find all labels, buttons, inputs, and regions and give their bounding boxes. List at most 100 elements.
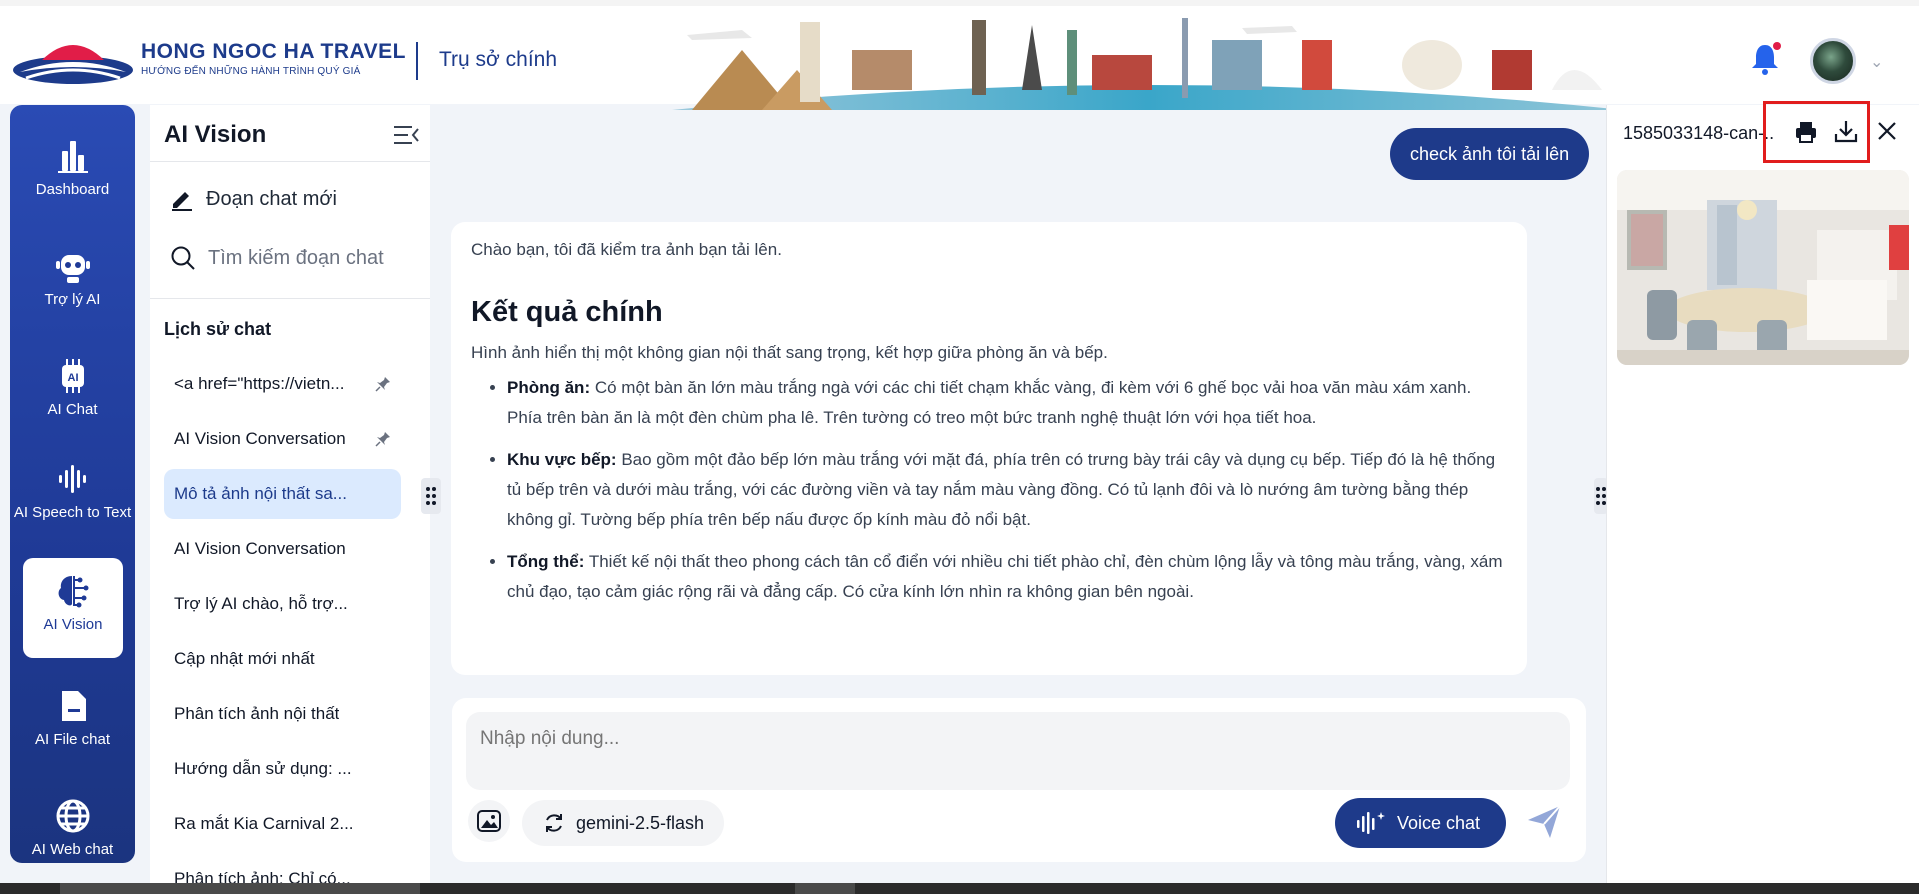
chat-history-label: AI Vision Conversation — [174, 539, 346, 558]
location-label: Trụ sở chính — [439, 48, 558, 71]
preview-filename: 1585033148-can-... — [1623, 123, 1775, 143]
globe-icon — [56, 799, 89, 833]
nav-label: AI Chat — [47, 401, 98, 418]
nav-label: AI File chat — [34, 731, 111, 748]
print-icon[interactable] — [1794, 120, 1818, 144]
bullet-text: Thiết kế nội thất theo phong cách tân cổ… — [507, 552, 1503, 601]
sidebar-divider — [150, 298, 430, 299]
upload-image-button[interactable] — [468, 800, 510, 842]
brain-icon — [58, 576, 89, 608]
robot-icon — [55, 255, 90, 283]
chat-history-item-active[interactable]: Mô tả ảnh nội thất sa... — [164, 469, 401, 519]
drag-handle-icon — [426, 487, 436, 505]
answer-bullet: Phòng ăn: Có một bàn ăn lớn màu trắng ng… — [507, 373, 1507, 433]
model-label: gemini-2.5-flash — [576, 812, 705, 833]
close-icon[interactable] — [1876, 120, 1898, 142]
history-heading: Lịch sử chat — [164, 319, 272, 339]
nav-label: AI Speech to Text — [13, 504, 132, 521]
brand-block: HONG NGOC HA TRAVEL HƯỚNG ĐẾN NHỮNG HÀNH… — [141, 40, 406, 77]
answer-bullet: Tổng thể: Thiết kế nội thất theo phong c… — [507, 547, 1507, 607]
nav-label: Trợ lý AI — [44, 291, 101, 308]
nav-item-file-chat[interactable]: AI File chat — [10, 687, 135, 787]
sidebar-divider — [150, 161, 430, 162]
chat-history-item[interactable]: Hướng dẫn sử dụng: ... — [164, 744, 401, 794]
chat-history-item[interactable]: AI Vision Conversation — [164, 414, 401, 464]
ai-chip-icon: AI — [61, 359, 84, 393]
travel-banner — [672, 18, 1624, 110]
bullet-title: Khu vực bếp: — [507, 450, 617, 469]
resize-handle-left[interactable] — [421, 478, 441, 514]
search-icon — [171, 246, 195, 270]
chat-history-item[interactable]: AI Vision Conversation — [164, 524, 401, 574]
answer-intro: Hình ảnh hiển thị một không gian nội thấ… — [471, 343, 1108, 362]
voice-chat-label: Voice chat — [1397, 812, 1481, 833]
nav-label: AI Vision — [43, 616, 103, 633]
chat-history-item[interactable]: Ra mắt Kia Carnival 2... — [164, 799, 401, 849]
chat-history-label: Cập nhật mới nhất — [174, 649, 315, 668]
header-divider — [416, 42, 418, 80]
nav-item-web-chat[interactable]: AI Web chat — [10, 797, 135, 894]
uploaded-interior-image[interactable] — [1617, 170, 1909, 365]
answer-greeting: Chào bạn, tôi đã kiểm tra ảnh bạn tải lê… — [471, 240, 782, 259]
voice-wave-icon — [1357, 812, 1385, 834]
chat-search-field[interactable]: Tìm kiếm đoạn chat — [170, 245, 384, 271]
chat-history-item[interactable]: <a href="https://vietn... — [164, 359, 401, 409]
nav-item-ai-vision[interactable]: AI Vision — [23, 558, 123, 658]
collapse-menu-icon[interactable] — [392, 123, 420, 147]
message-composer: gemini-2.5-flash Voice chat — [452, 698, 1586, 862]
company-logo — [13, 45, 133, 84]
pin-icon[interactable] — [375, 376, 391, 392]
chat-history-label: Phân tích ảnh nội thất — [174, 704, 340, 723]
top-header: HONG NGOC HA TRAVEL HƯỚNG ĐẾN NHỮNG HÀNH… — [0, 0, 1919, 110]
chat-history-item[interactable]: Cập nhật mới nhất — [164, 634, 401, 684]
new-chat-label: Đoạn chat mới — [206, 187, 337, 210]
chat-history-label: Hướng dẫn sử dụng: ... — [174, 759, 352, 778]
file-icon — [61, 691, 86, 721]
bar-chart-icon — [57, 141, 88, 173]
model-selector[interactable]: gemini-2.5-flash — [522, 800, 725, 846]
chat-history-label: <a href="https://vietn... — [174, 374, 345, 393]
message-input[interactable] — [466, 712, 1570, 790]
nav-label: Dashboard — [35, 181, 110, 198]
bullet-title: Phòng ăn: — [507, 378, 591, 397]
sidebar-title: AI Vision — [164, 121, 267, 148]
chat-history-item[interactable]: Phân tích ảnh nội thất — [164, 689, 401, 739]
pin-icon[interactable] — [375, 431, 391, 447]
bullet-text: Có một bàn ăn lớn màu trắng ngà với các … — [507, 378, 1472, 427]
image-icon — [477, 810, 501, 832]
chat-sidebar: AI Vision Đoạn chat mới Tìm kiếm đoạn ch… — [150, 105, 430, 888]
answer-bullet: Khu vực bếp: Bao gồm một đảo bếp lớn màu… — [507, 445, 1507, 535]
voice-chat-button[interactable]: Voice chat — [1335, 798, 1507, 848]
nav-item-ai-assistant[interactable]: Trợ lý AI — [10, 247, 135, 347]
taskbar-item[interactable] — [795, 883, 855, 894]
chevron-down-icon[interactable]: ⌄ — [1870, 52, 1883, 72]
nav-item-ai-chat[interactable]: AI AI Chat — [10, 357, 135, 457]
answer-heading: Kết quả chính — [471, 296, 663, 328]
new-chat-button[interactable]: Đoạn chat mới — [170, 187, 337, 211]
bullet-text: Bao gồm một đảo bếp lớn màu trắng với mặ… — [507, 450, 1496, 529]
user-message-bubble: check ảnh tôi tải lên — [1390, 128, 1590, 180]
assistant-answer: Chào bạn, tôi đã kiểm tra ảnh bạn tải lê… — [451, 222, 1527, 675]
soundwave-icon — [58, 465, 86, 493]
brand-name: HONG NGOC HA TRAVEL — [141, 40, 406, 63]
notification-badge — [1773, 42, 1781, 50]
os-taskbar — [0, 883, 1919, 894]
edit-icon — [172, 192, 192, 211]
chat-history-label: Mô tả ảnh nội thất sa... — [174, 484, 347, 503]
chat-history-label: Ra mắt Kia Carnival 2... — [174, 814, 354, 833]
main-nav: Dashboard Trợ lý AI AI AI Chat AI Speech… — [10, 105, 135, 863]
bullet-title: Tổng thể: — [507, 552, 585, 571]
svg-text:AI: AI — [67, 372, 78, 384]
search-placeholder: Tìm kiếm đoạn chat — [208, 246, 384, 269]
chat-history-label: AI Vision Conversation — [174, 429, 346, 448]
taskbar-item[interactable] — [60, 883, 420, 894]
brand-tagline: HƯỚNG ĐẾN NHỮNG HÀNH TRÌNH QUÝ GIÁ — [141, 66, 361, 77]
answer-bullet-list: Phòng ăn: Có một bàn ăn lớn màu trắng ng… — [471, 373, 1507, 607]
chat-history-label: Trợ lý AI chào, hỗ trợ... — [174, 594, 348, 613]
user-avatar[interactable] — [1810, 38, 1856, 84]
nav-item-dashboard[interactable]: Dashboard — [10, 137, 135, 237]
chat-history-item[interactable]: Trợ lý AI chào, hỗ trợ... — [164, 579, 401, 629]
nav-item-speech-to-text[interactable]: AI Speech to Text — [10, 460, 135, 560]
send-icon[interactable] — [1524, 802, 1564, 842]
download-icon[interactable] — [1833, 118, 1859, 144]
